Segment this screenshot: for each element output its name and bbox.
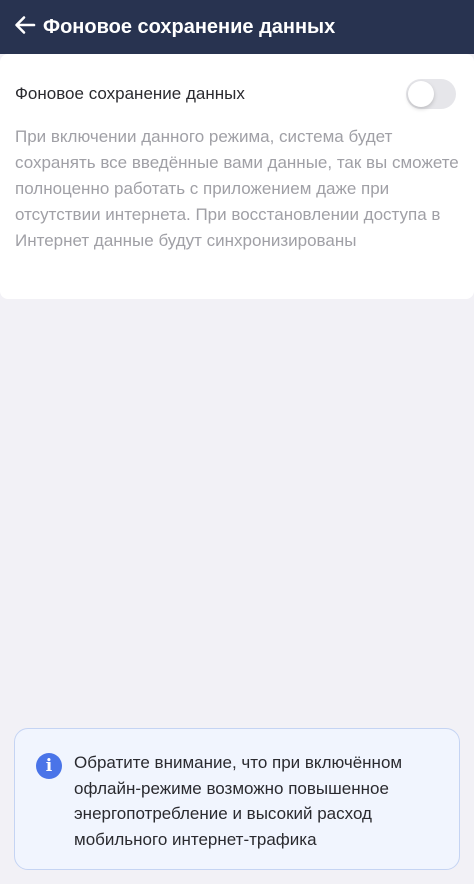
- info-icon: i: [36, 753, 62, 779]
- page-title: Фоновое сохранение данных: [43, 15, 336, 38]
- arrow-left-icon: [13, 13, 37, 42]
- notice-text: Обратите внимание, что при включённом оф…: [74, 753, 403, 849]
- settings-card: Фоновое сохранение данных При включении …: [0, 54, 474, 299]
- back-button[interactable]: [3, 5, 47, 49]
- app-header: Фоновое сохранение данных: [0, 0, 474, 54]
- setting-label: Фоновое сохранение данных: [15, 84, 245, 103]
- toggle-knob: [408, 81, 434, 107]
- background-save-toggle[interactable]: [406, 79, 456, 109]
- notice-card: i Обратите внимание, что при включённом …: [14, 728, 460, 870]
- setting-description: При включении данного режима, система бу…: [15, 127, 459, 250]
